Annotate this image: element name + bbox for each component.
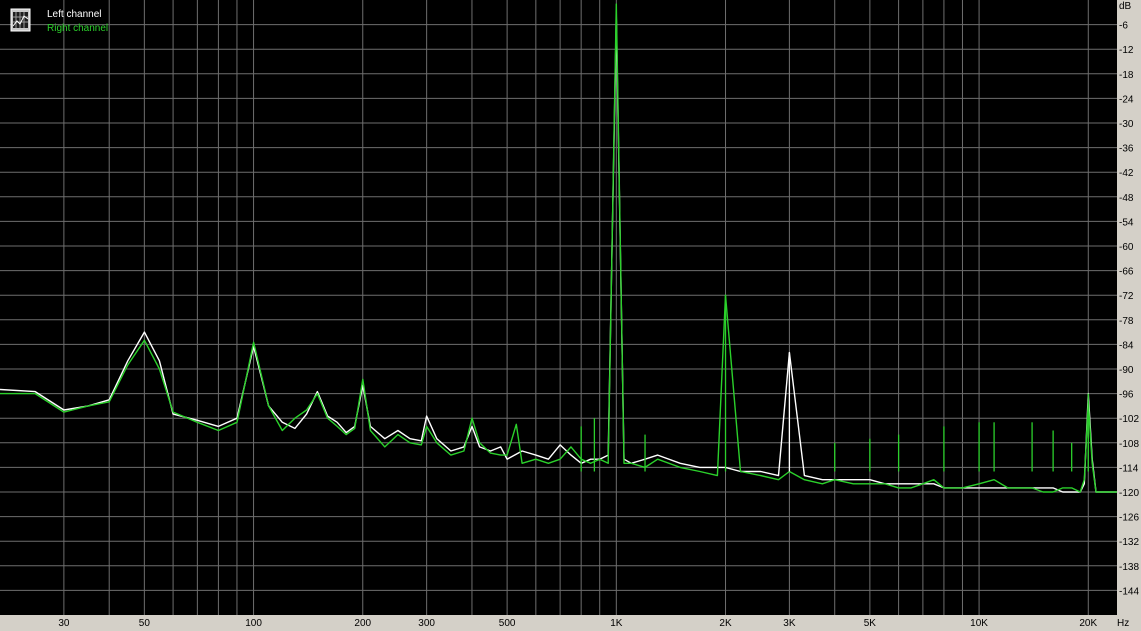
legend-entry-left-channel: Left channel	[47, 9, 102, 20]
x-tick-label: 5K	[864, 618, 877, 629]
y-tick-label: -132	[1119, 537, 1139, 548]
x-tick-label: 2K	[719, 618, 732, 629]
spectrum-chart: dB -6 -12 -18 -24 -30 -36 -42 -48 -54 -60 -66 -72 -7…	[0, 0, 1139, 629]
x-tick-label: 10K	[970, 618, 988, 629]
x-tick-label: 50	[139, 618, 151, 629]
y-tick-label: -24	[1119, 94, 1134, 105]
y-axis-label: dB	[1119, 1, 1132, 12]
y-tick-label: -72	[1119, 291, 1134, 302]
y-tick-label: -66	[1119, 267, 1134, 278]
x-tick-label: 500	[499, 618, 516, 629]
y-tick-label: -114	[1119, 463, 1139, 474]
y-tick-label: -84	[1119, 340, 1134, 351]
y-tick-label: -60	[1119, 242, 1134, 253]
y-tick-label: -108	[1119, 439, 1139, 450]
x-tick-label: 20K	[1079, 618, 1097, 629]
x-tick-label: 3K	[783, 618, 796, 629]
x-tick-label: 200	[354, 618, 371, 629]
y-tick-label: -126	[1119, 513, 1139, 524]
y-tick-label: -138	[1119, 562, 1139, 573]
y-tick-label: -6	[1119, 21, 1128, 32]
x-tick-label: 30	[58, 618, 70, 629]
y-tick-label: -30	[1119, 119, 1134, 130]
y-axis: dB -6 -12 -18 -24 -30 -36 -42 -48 -54 -60 -66 -72 -7…	[1119, 1, 1139, 597]
y-tick-label: -18	[1119, 70, 1134, 81]
x-axis: Hz 30 50 100 200 300 500 1K 2K 3K 5K 10K 20K	[58, 618, 1129, 629]
y-tick-label: -48	[1119, 193, 1134, 204]
y-tick-label: -12	[1119, 45, 1134, 56]
y-tick-label: -36	[1119, 144, 1134, 155]
y-tick-label: -120	[1119, 488, 1139, 499]
y-tick-label: -102	[1119, 414, 1139, 425]
y-tick-label: -96	[1119, 390, 1134, 401]
legend-icon[interactable]	[10, 8, 31, 32]
x-axis-label: Hz	[1117, 618, 1129, 629]
y-tick-label: -144	[1119, 586, 1139, 597]
y-tick-label: -54	[1119, 217, 1134, 228]
x-tick-label: 100	[245, 618, 262, 629]
legend-entry-right-channel: Right channel	[47, 23, 108, 34]
x-tick-label: 1K	[610, 618, 623, 629]
plot-area	[0, 0, 1117, 615]
x-tick-label: 300	[418, 618, 435, 629]
y-tick-label: -78	[1119, 316, 1134, 327]
y-tick-label: -90	[1119, 365, 1134, 376]
y-tick-label: -42	[1119, 168, 1134, 179]
